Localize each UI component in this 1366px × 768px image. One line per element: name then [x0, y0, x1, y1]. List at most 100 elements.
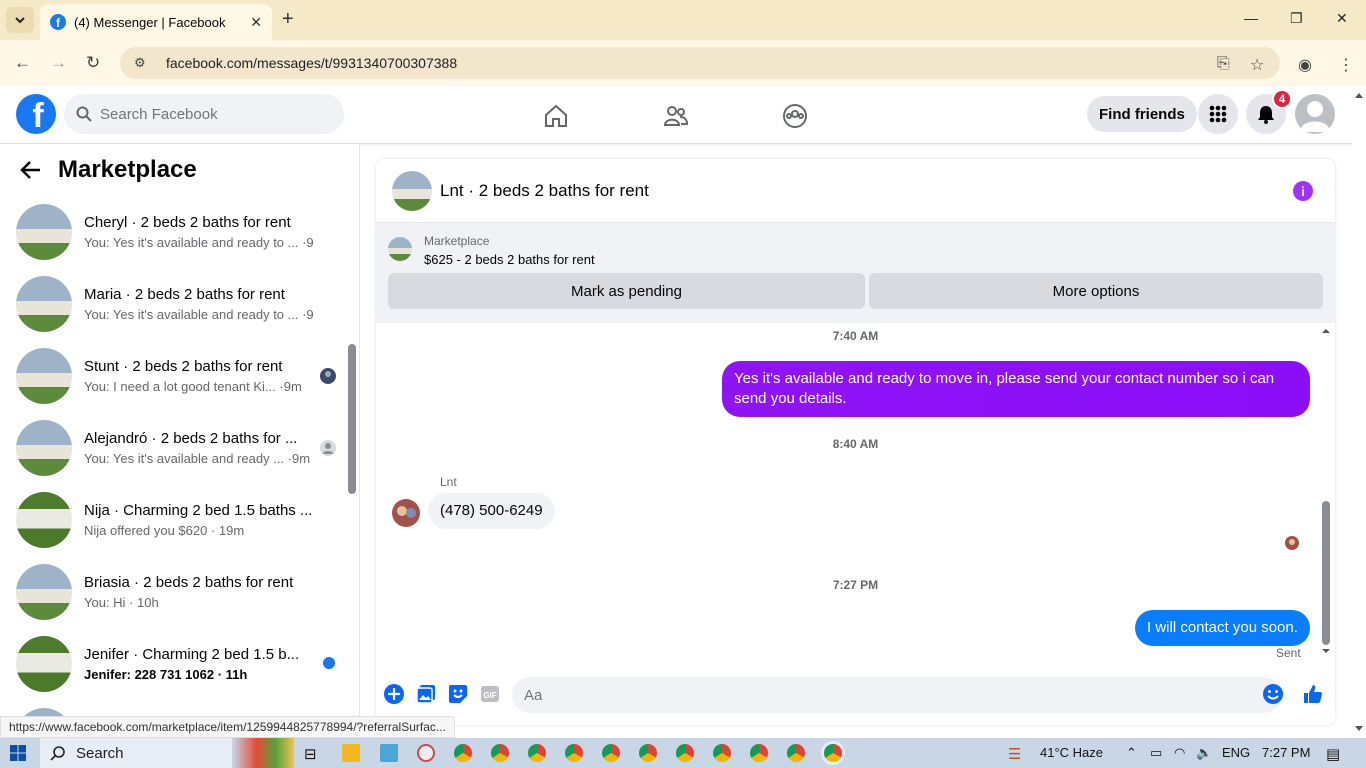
- url-text: facebook.com/messages/t/9931340700307388: [166, 55, 458, 71]
- volume-icon[interactable]: 🔈: [1196, 745, 1212, 761]
- profile-icon[interactable]: ◉: [1298, 55, 1312, 75]
- timestamp: 7:27 PM: [832, 578, 879, 592]
- listing-thumbnail: [16, 492, 72, 548]
- conversation-preview: You: Yes it's available and ready ... ·9…: [84, 451, 311, 466]
- windows-taskbar: Search ⊟ ☰ 41°C Haze ⌃ ▭ ◠ 🔈 ENG 7:27 PM…: [0, 738, 1366, 768]
- chrome-icon[interactable]: [528, 744, 546, 762]
- chat-panel: Lnt · 2 beds 2 baths for rent i Marketpl…: [376, 159, 1335, 725]
- close-tab-icon[interactable]: ✕: [250, 14, 262, 31]
- wifi-icon[interactable]: ◠: [1174, 745, 1185, 761]
- tab-search-dropdown[interactable]: [6, 7, 34, 33]
- paint-app-icon[interactable]: [417, 744, 435, 762]
- page-scrollbar[interactable]: [1352, 86, 1366, 738]
- marketplace-listing-banner: Marketplace $625 - 2 beds 2 baths for re…: [376, 223, 1335, 323]
- listing-price-title[interactable]: $625 - 2 beds 2 baths for rent: [424, 252, 595, 267]
- conversation-item[interactable]: Briasia · 2 beds 2 baths for rent You: H…: [16, 562, 336, 622]
- chrome-icon[interactable]: [639, 744, 657, 762]
- taskbar-search-label: Search: [76, 744, 124, 762]
- seen-avatar-icon: [320, 440, 336, 461]
- conversation-preview: Jenifer: 228 731 1062 · 11h: [84, 667, 248, 682]
- seen-avatar-icon: [320, 368, 336, 389]
- restore-button[interactable]: ❐: [1290, 10, 1303, 27]
- back-button[interactable]: ←: [14, 53, 31, 73]
- task-view-icon[interactable]: ⊟: [304, 745, 317, 763]
- conversation-name: Stunt · 2 beds 2 baths for rent: [84, 358, 283, 375]
- minimize-button[interactable]: —: [1244, 10, 1258, 26]
- incoming-message[interactable]: (478) 500-6249: [428, 493, 555, 529]
- browser-menu-icon[interactable]: ⋮: [1338, 55, 1354, 75]
- sidebar-title: Marketplace: [58, 156, 197, 183]
- find-friends-button[interactable]: Find friends: [1087, 96, 1197, 132]
- message-input-box[interactable]: [512, 677, 1282, 713]
- back-arrow-icon[interactable]: [20, 159, 42, 181]
- sticker-icon[interactable]: [447, 683, 469, 705]
- friends-icon[interactable]: [662, 102, 690, 130]
- chrome-icon[interactable]: [787, 744, 805, 762]
- battery-icon[interactable]: ▭: [1150, 745, 1162, 761]
- chat-title[interactable]: Lnt · 2 beds 2 baths for rent: [440, 181, 649, 201]
- menu-grid-icon[interactable]: [1198, 94, 1238, 134]
- home-icon[interactable]: [542, 102, 570, 130]
- info-icon[interactable]: i: [1293, 181, 1313, 201]
- new-tab-button[interactable]: +: [282, 8, 294, 31]
- search-highlight-image: [232, 738, 294, 768]
- facebook-favicon-icon: f: [50, 14, 66, 30]
- language-indicator[interactable]: ENG: [1222, 745, 1250, 760]
- bookmark-star-icon[interactable]: ☆: [1250, 55, 1264, 75]
- gif-icon[interactable]: GIF: [479, 683, 501, 705]
- install-app-icon[interactable]: ⎘: [1217, 55, 1230, 73]
- conversation-item[interactable]: Maria · 2 beds 2 baths for rent You: Yes…: [16, 274, 336, 334]
- site-info-icon[interactable]: ⚙: [134, 55, 152, 71]
- facebook-search[interactable]: [64, 94, 344, 134]
- browser-tab-messenger[interactable]: f (4) Messenger | Facebook ✕: [40, 4, 272, 40]
- account-avatar[interactable]: [1295, 94, 1335, 134]
- conversation-item[interactable]: Nija · Charming 2 bed 1.5 baths ... Nija…: [16, 490, 336, 550]
- facebook-logo-icon[interactable]: f: [16, 94, 56, 134]
- chat-thumbnail[interactable]: [392, 170, 432, 211]
- weather-haze-icon[interactable]: ☰: [1008, 745, 1021, 763]
- chrome-icon[interactable]: [491, 744, 509, 762]
- photo-icon[interactable]: [415, 683, 437, 705]
- conversation-name: Nija · Charming 2 bed 1.5 baths ...: [84, 502, 313, 519]
- message-input[interactable]: [524, 686, 1224, 704]
- chrome-icon[interactable]: [565, 744, 583, 762]
- conversation-item[interactable]: Stunt · 2 beds 2 baths for rent You: I n…: [16, 346, 336, 406]
- more-options-button[interactable]: More options: [869, 273, 1323, 309]
- notepad-icon[interactable]: [380, 744, 398, 762]
- chat-scrollbar[interactable]: [1320, 323, 1332, 663]
- outgoing-message[interactable]: I will contact you soon.: [1135, 610, 1310, 646]
- chrome-icon[interactable]: [750, 744, 768, 762]
- chrome-icon[interactable]: [713, 744, 731, 762]
- emoji-icon[interactable]: [1262, 683, 1284, 705]
- conversation-item[interactable]: Jenifer · Charming 2 bed 1.5 b... Jenife…: [16, 634, 336, 694]
- mark-as-pending-button[interactable]: Mark as pending: [388, 273, 865, 309]
- add-plus-icon[interactable]: [383, 683, 405, 705]
- tray-chevron-up-icon[interactable]: ⌃: [1126, 745, 1137, 761]
- forward-button[interactable]: →: [50, 53, 67, 73]
- reload-button[interactable]: ↻: [86, 53, 100, 73]
- conversation-item[interactable]: Alejandró · 2 beds 2 baths for ... You: …: [16, 418, 336, 478]
- chrome-icon[interactable]: [454, 744, 472, 762]
- chrome-icon-active[interactable]: [824, 744, 842, 762]
- message-thread: 7:40 AM Yes it's available and ready to …: [376, 323, 1335, 663]
- chrome-icon[interactable]: [602, 744, 620, 762]
- windows-start-icon[interactable]: [10, 745, 26, 761]
- address-bar[interactable]: ⚙ facebook.com/messages/t/99313407003073…: [120, 47, 1280, 79]
- notification-center-icon[interactable]: ▤: [1326, 745, 1340, 763]
- listing-thumbnail: [16, 564, 72, 620]
- like-thumbs-up-icon[interactable]: [1302, 683, 1324, 705]
- groups-icon[interactable]: [781, 102, 809, 130]
- message-composer: GIF: [376, 673, 1335, 725]
- sender-avatar[interactable]: [392, 499, 420, 527]
- conversation-item[interactable]: Cheryl · 2 beds 2 baths for rent You: Ye…: [16, 202, 336, 262]
- conversation-preview: Nija offered you $620 · 19m: [84, 523, 245, 538]
- outgoing-message[interactable]: Yes it's available and ready to move in,…: [722, 361, 1310, 417]
- conversation-name: Cheryl · 2 beds 2 baths for rent: [84, 214, 291, 231]
- clock[interactable]: 7:27 PM: [1262, 745, 1310, 760]
- weather-text[interactable]: 41°C Haze: [1040, 745, 1103, 760]
- search-input[interactable]: [100, 105, 320, 123]
- chrome-icon[interactable]: [676, 744, 694, 762]
- close-window-button[interactable]: ✕: [1336, 10, 1348, 27]
- file-explorer-icon[interactable]: [342, 744, 360, 762]
- sidebar-scrollbar[interactable]: [347, 204, 357, 734]
